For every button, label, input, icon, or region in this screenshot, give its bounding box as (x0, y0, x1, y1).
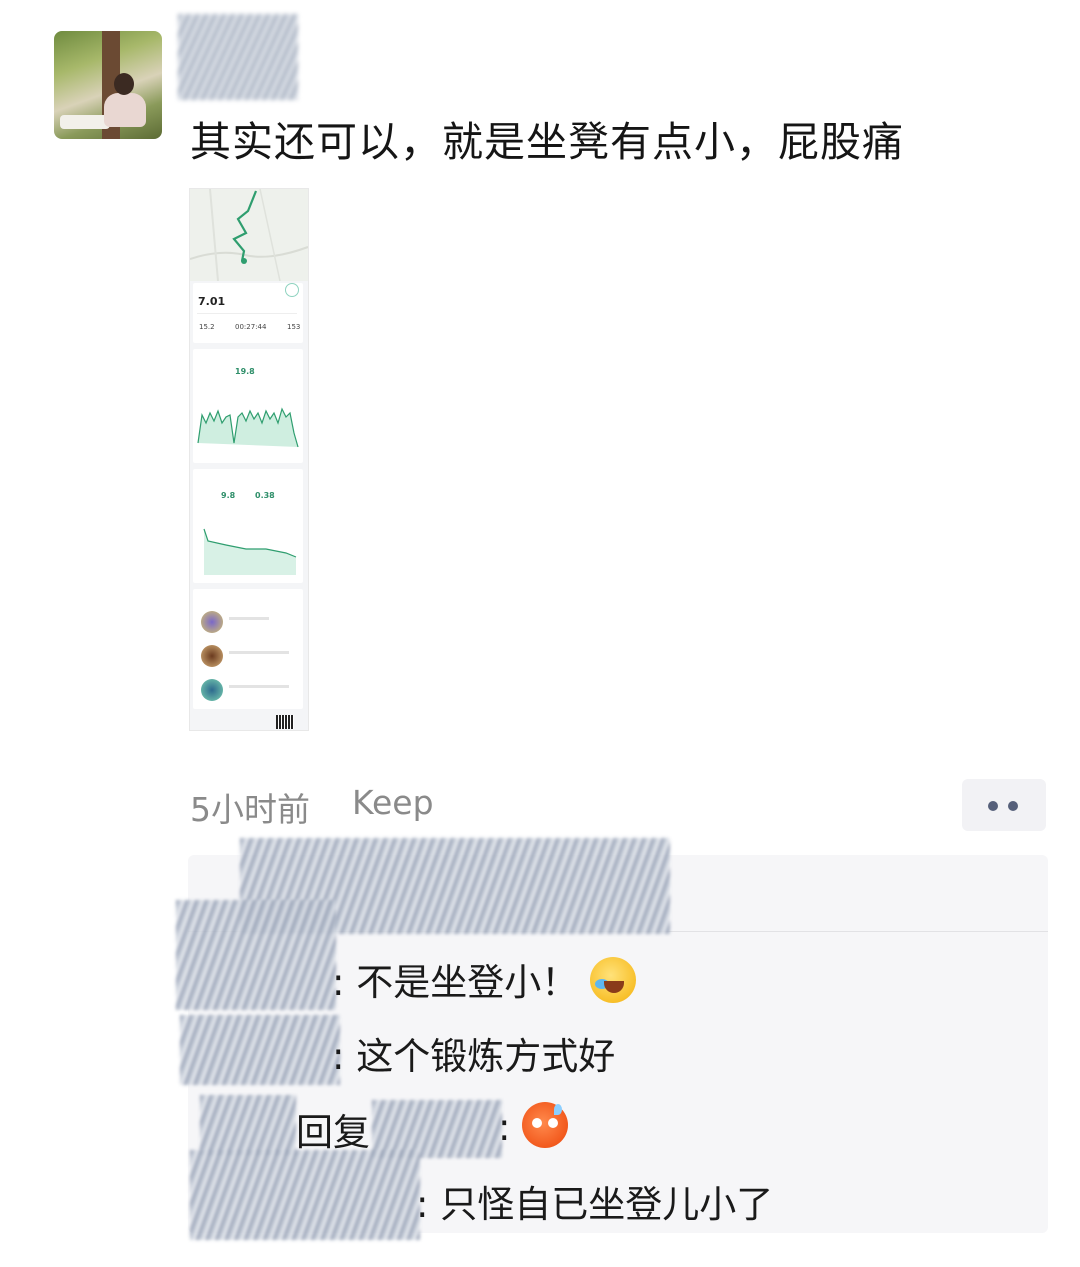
post-text: 其实还可以，就是坐凳有点小，屁股痛 (190, 118, 904, 166)
laugh-cry-emoji-icon (590, 957, 636, 1003)
badge-circle-icon (285, 283, 299, 297)
comment-1[interactable]: : 不是坐登小！ (332, 952, 636, 1006)
comment-4[interactable]: : 只怪自已坐登儿小了 (416, 1174, 773, 1228)
post-image-thumbnail[interactable]: 7.01 15.2 00:27:44 153 19.8 9.8 0.38 (189, 188, 309, 731)
avatar-person-body (104, 93, 146, 127)
blurred-username[interactable] (178, 14, 298, 100)
more-dot-icon (1008, 801, 1018, 811)
stat-3: 153 (287, 323, 301, 331)
comment-1-text: 不是坐登小！ (356, 961, 579, 1004)
blurred-name-1 (176, 900, 336, 1010)
distance-value: 7.01 (198, 295, 226, 308)
comment-2[interactable]: : 这个锻炼方式好 (332, 1026, 615, 1080)
sweat-emoji-icon (522, 1102, 569, 1148)
achievements-card (193, 589, 303, 709)
badge-icon-2 (201, 645, 223, 667)
comment-4-text: 只怪自已坐登儿小了 (440, 1183, 774, 1226)
comment-3-reply-label: 回复 (296, 1111, 370, 1154)
speed-value: 19.8 (235, 367, 255, 376)
pace-chart-card: 9.8 0.38 (193, 469, 303, 583)
speed-chart-line (197, 407, 299, 448)
avatar-person-head (114, 73, 134, 95)
comment-colon: : (416, 1183, 441, 1226)
comment-2-text: 这个锻炼方式好 (356, 1035, 616, 1078)
qr-code-icon (276, 715, 294, 729)
summary-card: 7.01 15.2 00:27:44 153 (193, 283, 303, 343)
pace-value-2: 0.38 (255, 491, 275, 500)
comment-colon: : (498, 1106, 523, 1149)
comment-colon: : (332, 961, 357, 1004)
blurred-name-2 (180, 1015, 340, 1085)
pace-value-1: 9.8 (221, 491, 236, 500)
blurred-name-5 (190, 1150, 420, 1240)
stat-1: 15.2 (199, 323, 215, 331)
badge-icon-3 (201, 679, 223, 701)
speed-chart-card: 19.8 (193, 349, 303, 463)
blurred-name-3 (200, 1095, 296, 1155)
comment-colon: : (332, 1035, 357, 1078)
pace-chart-line (203, 528, 297, 575)
comment-3[interactable]: : (498, 1102, 569, 1149)
post-time: 5小时前 (190, 790, 310, 829)
badge-icon-1 (201, 611, 223, 633)
more-dot-icon (988, 801, 998, 811)
avatar[interactable] (54, 31, 162, 139)
avatar-table (60, 115, 110, 129)
more-options-button[interactable] (962, 779, 1046, 831)
stat-2: 00:27:44 (235, 323, 267, 331)
post-source-link[interactable]: Keep (352, 783, 434, 822)
map-route-image (190, 189, 308, 281)
